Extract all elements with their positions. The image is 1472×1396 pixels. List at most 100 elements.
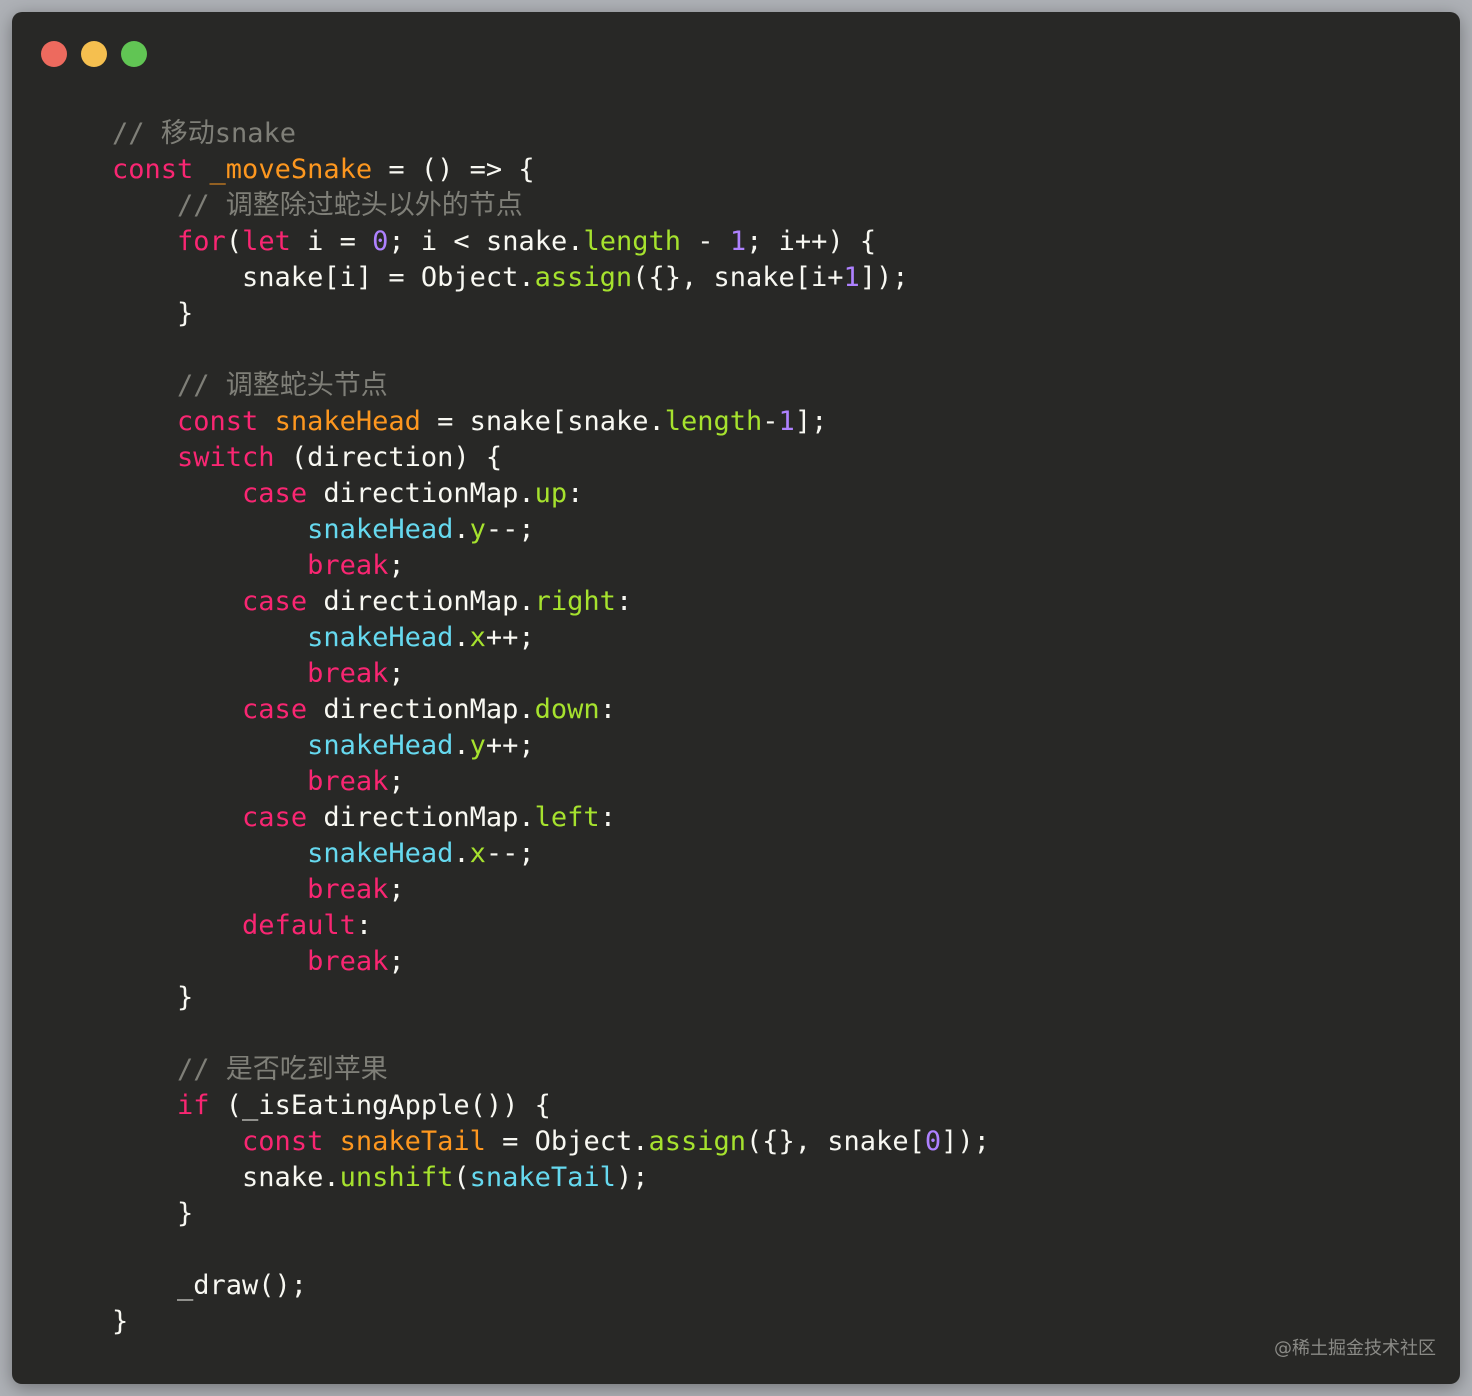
code-token-plain: --; [485, 838, 535, 869]
code-token-plain: } [112, 298, 194, 329]
code-line: _draw(); [112, 1268, 990, 1304]
code-line: switch (direction) { [112, 440, 990, 476]
code-token-keyword: const [242, 1126, 340, 1157]
code-token-keyword: const [112, 154, 210, 185]
code-token-plain: ( [225, 226, 243, 257]
code-line: const snakeHead = snake[snake.length-1]; [112, 404, 990, 440]
code-line: } [112, 980, 990, 1016]
code-token-comment: // 是否吃到苹果 [112, 1054, 388, 1085]
code-line: default: [112, 908, 990, 944]
code-token-function: snakeTail [339, 1126, 486, 1157]
watermark: @稀土掘金技术社区 [1274, 1338, 1436, 1359]
code-token-plain: . [453, 622, 470, 653]
code-token-plain: ({}, snake[i+ [632, 262, 844, 293]
code-line: break; [112, 872, 990, 908]
code-line: for(let i = 0; i < snake.length - 1; i++… [112, 224, 990, 260]
code-token-keyword: case [242, 694, 308, 725]
code-token-plain: } [112, 982, 194, 1013]
code-token-plain: . [453, 838, 470, 869]
code-token-keyword: break [307, 766, 389, 797]
code-token-plain: directionMap. [307, 478, 535, 509]
code-token-comment: // 调整除过蛇头以外的节点 [112, 190, 523, 221]
code-line: break; [112, 944, 990, 980]
code-token-variable: snakeHead [307, 514, 454, 545]
code-token-plain: ; [388, 946, 405, 977]
code-line: snakeHead.x++; [112, 620, 990, 656]
minimize-dot[interactable] [81, 41, 107, 67]
code-line: break; [112, 548, 990, 584]
code-line: snakeHead.y--; [112, 512, 990, 548]
code-token-plain: } [112, 1306, 129, 1337]
code-token-property: left [534, 802, 600, 833]
code-line: // 调整蛇头节点 [112, 368, 990, 404]
code-token-number: 1 [778, 406, 795, 437]
code-token-keyword: const [177, 406, 275, 437]
code-token-variable: snakeTail [469, 1162, 616, 1193]
code-token-property: assign [648, 1126, 747, 1157]
code-line: // 移动snake [112, 116, 990, 152]
code-token-variable: snakeHead [307, 730, 454, 761]
code-token-plain: = Object. [485, 1126, 649, 1157]
close-dot[interactable] [41, 41, 67, 67]
code-token-plain: ; i++) { [746, 226, 877, 257]
code-line: const _moveSnake = () => { [112, 152, 990, 188]
code-token-plain: directionMap. [307, 586, 535, 617]
code-token-plain: } [112, 1198, 194, 1229]
code-token-number: 1 [843, 262, 860, 293]
code-token-plain: - [762, 406, 779, 437]
code-token-variable: snakeHead [307, 622, 454, 653]
code-line: } [112, 1196, 990, 1232]
code-token-plain: ]; [794, 406, 828, 437]
code-token-plain: ( [453, 1162, 470, 1193]
code-line: case directionMap.down: [112, 692, 990, 728]
code-token-plain: : [615, 586, 633, 617]
code-token-plain: ; i < snake. [388, 226, 584, 257]
code-line: case directionMap.left: [112, 800, 990, 836]
code-window: // 移动snake const _moveSnake = () => { // … [12, 12, 1460, 1384]
code-token-plain: ; [388, 874, 405, 905]
code-token-property: length [583, 226, 682, 257]
code-token-keyword: let [242, 226, 291, 257]
code-token-keyword: if [177, 1090, 210, 1121]
code-token-plain: . [453, 514, 470, 545]
code-token-number: 0 [924, 1126, 942, 1157]
code-token-function: _moveSnake [209, 154, 373, 185]
code-token-property: y [469, 514, 486, 545]
code-token-property: up [534, 478, 568, 509]
code-token-property: x [469, 622, 486, 653]
code-line: const snakeTail = Object.assign({}, snak… [112, 1124, 990, 1160]
code-line: snakeHead.x--; [112, 836, 990, 872]
code-token-plain: directionMap. [307, 802, 535, 833]
code-line: case directionMap.right: [112, 584, 990, 620]
code-token-keyword: case [242, 478, 308, 509]
code-line: snake[i] = Object.assign({}, snake[i+1])… [112, 260, 990, 296]
code-line: } [112, 296, 990, 332]
code-line: case directionMap.up: [112, 476, 990, 512]
code-token-plain: : [355, 910, 373, 941]
code-token-plain: : [567, 478, 584, 509]
zoom-dot[interactable] [121, 41, 147, 67]
code-token-keyword: break [307, 658, 389, 689]
code-block: // 移动snake const _moveSnake = () => { // … [112, 116, 990, 1340]
code-token-plain: = () => { [372, 154, 535, 185]
code-token-plain: ; [388, 550, 405, 581]
